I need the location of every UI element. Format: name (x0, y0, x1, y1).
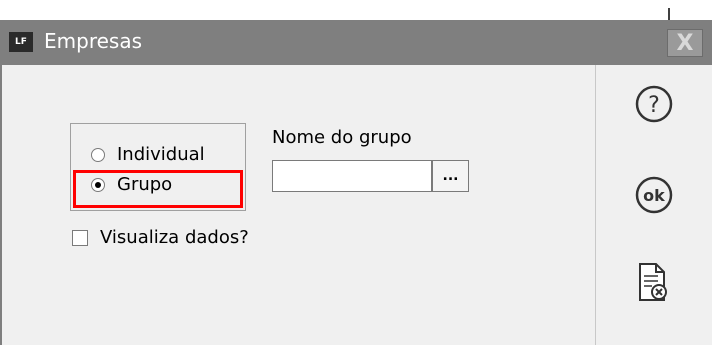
visualize-label: Visualiza dados? (100, 227, 249, 248)
form-area: Individual Grupo Nome do grupo ... Visua… (0, 65, 595, 345)
ok-button[interactable]: ok (632, 173, 676, 217)
radio-individual-label: Individual (117, 144, 205, 165)
help-icon: ? (635, 85, 673, 123)
top-strip (0, 0, 712, 20)
title-bar[interactable]: LF Empresas X (0, 20, 712, 65)
visualize-checkbox[interactable] (72, 229, 88, 246)
visualize-checkbox-row[interactable]: Visualiza dados? (72, 227, 249, 248)
radio-individual-circle[interactable] (91, 147, 105, 162)
highlight-annotation (73, 170, 243, 208)
dialog-window: LF Empresas X Individual Grupo Nome do g… (0, 20, 712, 345)
group-name-label: Nome do grupo (272, 127, 412, 148)
ok-icon: ok (635, 176, 673, 214)
cancel-document-icon (639, 263, 667, 301)
help-button[interactable]: ? (632, 82, 676, 126)
app-logo-icon: LF (9, 32, 33, 52)
window-title: Empresas (44, 29, 142, 53)
browse-button[interactable]: ... (432, 160, 469, 192)
radio-individual[interactable]: Individual (91, 144, 205, 165)
action-sidebar: ? ok (595, 65, 712, 345)
help-icon-text: ? (648, 93, 660, 118)
background-divider (668, 8, 670, 20)
group-name-input[interactable] (272, 160, 432, 192)
close-button[interactable]: X (667, 29, 703, 57)
ok-icon-text: ok (643, 186, 665, 205)
cancel-button[interactable] (630, 260, 674, 304)
